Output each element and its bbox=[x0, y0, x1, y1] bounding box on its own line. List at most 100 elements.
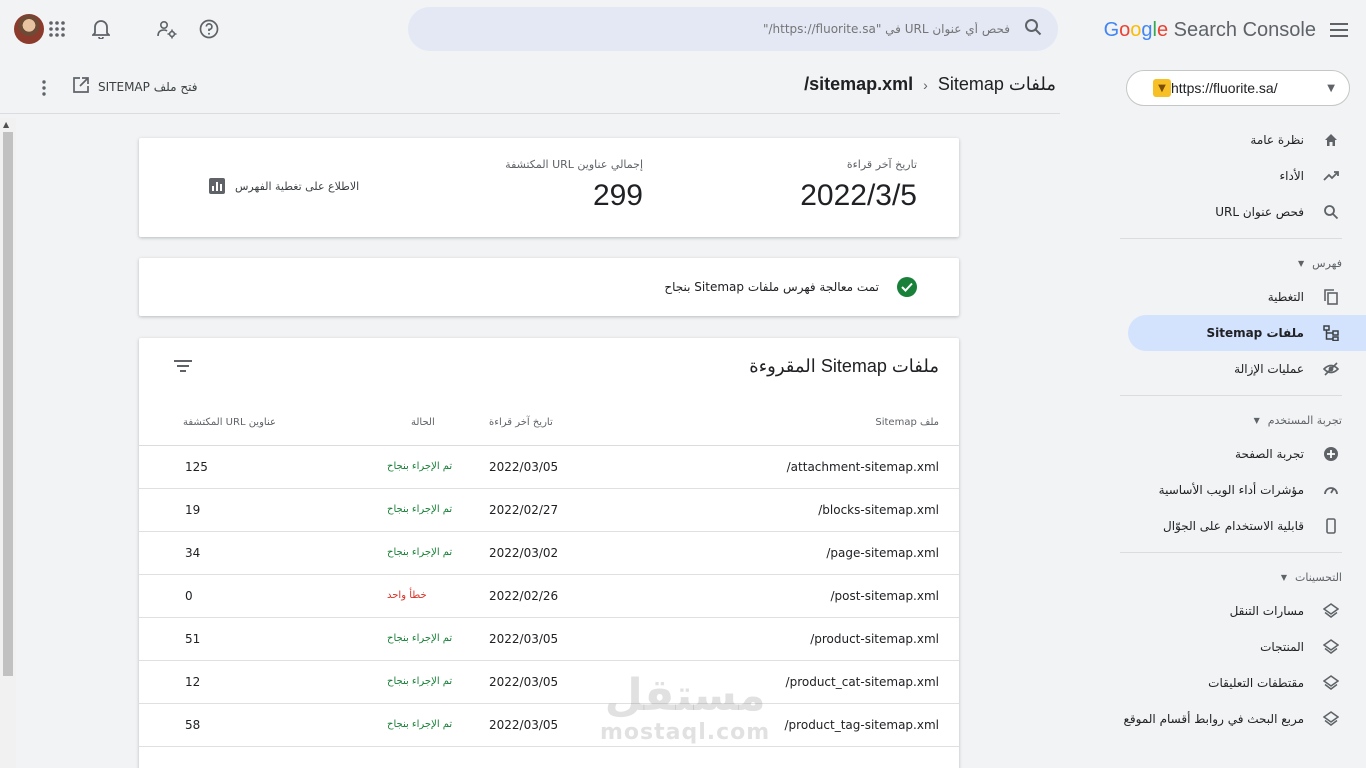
status-badge: تم الإجراء بنجاح bbox=[371, 531, 481, 575]
sidebar-item-page-experience[interactable]: تجربة الصفحة bbox=[1104, 436, 1366, 472]
last-read-date: 2022/03/02 bbox=[481, 531, 589, 575]
sidebar-item-performance[interactable]: الأداء bbox=[1104, 158, 1366, 194]
status-badge: تم الإجراء بنجاح bbox=[371, 488, 481, 532]
open-in-new-icon bbox=[72, 76, 90, 97]
avatar[interactable] bbox=[14, 14, 44, 44]
top-bar bbox=[0, 0, 1104, 58]
table-row[interactable]: /product-sitemap.xml 2022/03/05 تم الإجر… bbox=[139, 617, 959, 661]
sitemap-file: /attachment-sitemap.xml bbox=[589, 445, 959, 489]
url-inspection-search[interactable] bbox=[408, 7, 1058, 51]
scrollbar-thumb[interactable] bbox=[3, 132, 13, 676]
sidebar-divider bbox=[1120, 238, 1342, 239]
column-header-status[interactable]: الحالة bbox=[371, 400, 481, 446]
sitemaps-table: ملف Sitemap تاريخ آخر قراءة الحالة عناوي… bbox=[139, 400, 959, 747]
trending-icon bbox=[1322, 167, 1340, 185]
sidebar-divider bbox=[1120, 395, 1342, 396]
top-icons bbox=[14, 14, 238, 44]
bell-icon[interactable] bbox=[88, 16, 114, 42]
table-row[interactable]: /page-sitemap.xml 2022/03/02 تم الإجراء … bbox=[139, 531, 959, 575]
url-count: 0 bbox=[139, 574, 371, 618]
sidebar-item-products[interactable]: المنتجات bbox=[1104, 629, 1366, 665]
last-read-date: 2022/03/05 bbox=[481, 445, 589, 489]
breadcrumb-parent-link[interactable]: ملفات Sitemap bbox=[938, 74, 1056, 95]
last-read-date: 2022/03/05 bbox=[481, 703, 589, 747]
property-selector[interactable]: ▼ https://fluorite.sa/ ▼ bbox=[1126, 70, 1350, 106]
watermark: مستقل mostaql.com bbox=[600, 670, 771, 746]
home-icon bbox=[1322, 131, 1340, 149]
sitemaps-table-card: ملفات Sitemap المقروءة ملف Sitemap تاريخ… bbox=[139, 338, 959, 768]
view-index-coverage-link[interactable]: الاطلاع على تغطية الفهرس bbox=[209, 178, 359, 194]
sidebar-item-mobile-usability[interactable]: قابلية الاستخدام على الجوّال bbox=[1104, 508, 1366, 544]
table-row[interactable]: /post-sitemap.xml 2022/02/26 خطأ واحد 0 bbox=[139, 574, 959, 618]
table-header-row: ملف Sitemap تاريخ آخر قراءة الحالة عناوي… bbox=[139, 400, 959, 446]
open-sitemap-button[interactable]: فتح ملف SITEMAP bbox=[72, 76, 197, 97]
property-favicon: ▼ bbox=[1153, 79, 1171, 97]
user-settings-icon[interactable] bbox=[154, 16, 180, 42]
layers-icon bbox=[1322, 602, 1340, 620]
status-message: تمت معالجة فهرس ملفات Sitemap بنجاح bbox=[664, 280, 879, 294]
filter-icon[interactable] bbox=[171, 354, 195, 378]
sitemap-file: /blocks-sitemap.xml bbox=[589, 488, 959, 532]
product-logo[interactable]: Google Search Console bbox=[1104, 19, 1316, 42]
column-header-file[interactable]: ملف Sitemap bbox=[589, 400, 959, 446]
sidebar-section-experience[interactable]: تجربة المستخدم ▼ bbox=[1104, 404, 1366, 436]
table-row[interactable]: /blocks-sitemap.xml 2022/02/27 تم الإجرا… bbox=[139, 488, 959, 532]
table-row[interactable]: /product_tag-sitemap.xml 2022/03/05 تم ا… bbox=[139, 703, 959, 747]
last-read-date: 2022/02/26 bbox=[481, 574, 589, 618]
search-input[interactable] bbox=[424, 22, 1010, 36]
menu-icon[interactable] bbox=[1330, 18, 1348, 42]
brand-bar: Google Search Console bbox=[1104, 14, 1348, 46]
status-badge: تم الإجراء بنجاح bbox=[371, 660, 481, 704]
last-read-stat: تاريخ آخر قراءة 2022/3/5 bbox=[800, 158, 917, 212]
sidebar-item-url-inspection[interactable]: فحص عنوان URL bbox=[1104, 194, 1366, 230]
more-vert-icon[interactable] bbox=[32, 76, 56, 100]
layers-icon bbox=[1322, 674, 1340, 692]
sidebar: Google Search Console ▼ https://fluorite… bbox=[1104, 0, 1366, 768]
sidebar-nav: نظرة عامة الأداء فحص عنوان URL فهرس ▼ الت… bbox=[1104, 122, 1366, 737]
eye-off-icon bbox=[1322, 360, 1340, 378]
dropdown-caret-icon: ▼ bbox=[1327, 82, 1335, 94]
url-count: 34 bbox=[139, 531, 371, 575]
sidebar-item-sitelinks-searchbox[interactable]: مربع البحث في روابط أقسام الموقع bbox=[1104, 701, 1366, 737]
summary-card: تاريخ آخر قراءة 2022/3/5 إجمالي عناوين U… bbox=[139, 138, 959, 237]
url-count: 12 bbox=[139, 660, 371, 704]
sidebar-item-breadcrumbs[interactable]: مسارات التنقل bbox=[1104, 593, 1366, 629]
vertical-scrollbar[interactable]: ▲ bbox=[0, 118, 16, 768]
last-read-date: 2022/02/27 bbox=[481, 488, 589, 532]
sidebar-section-index[interactable]: فهرس ▼ bbox=[1104, 247, 1366, 279]
help-icon[interactable] bbox=[196, 16, 222, 42]
status-card: تمت معالجة فهرس ملفات Sitemap بنجاح bbox=[139, 258, 959, 316]
status-badge: تم الإجراء بنجاح bbox=[371, 617, 481, 661]
page-header: ملفات Sitemap ‹ /sitemap.xml فتح ملف SIT… bbox=[0, 64, 1060, 114]
sidebar-item-coverage[interactable]: التغطية bbox=[1104, 279, 1366, 315]
column-header-count[interactable]: عناوين URL المكتشفة bbox=[139, 400, 371, 446]
last-read-date: 2022/03/05 bbox=[481, 660, 589, 704]
check-circle-icon bbox=[897, 277, 917, 297]
sidebar-divider bbox=[1120, 552, 1342, 553]
table-row[interactable]: /product_cat-sitemap.xml 2022/03/05 تم ا… bbox=[139, 660, 959, 704]
last-read-date: 2022/03/05 bbox=[481, 617, 589, 661]
sidebar-item-removals[interactable]: عمليات الإزالة bbox=[1104, 351, 1366, 387]
copy-icon bbox=[1322, 288, 1340, 306]
collapse-triangle-icon: ▼ bbox=[1298, 258, 1305, 268]
property-url: https://fluorite.sa/ bbox=[1171, 80, 1278, 96]
apps-grid-icon[interactable] bbox=[44, 16, 70, 42]
sitemap-file: /product-sitemap.xml bbox=[589, 617, 959, 661]
sidebar-section-enhancements[interactable]: التحسينات ▼ bbox=[1104, 561, 1366, 593]
url-count: 58 bbox=[139, 703, 371, 747]
sitemap-icon bbox=[1322, 324, 1340, 342]
sitemap-file: /post-sitemap.xml bbox=[589, 574, 959, 618]
phone-icon bbox=[1322, 517, 1340, 535]
sidebar-item-core-web-vitals[interactable]: مؤشرات أداء الويب الأساسية bbox=[1104, 472, 1366, 508]
total-urls-stat: إجمالي عناوين URL المكتشفة 299 bbox=[505, 158, 643, 212]
sitemap-file: /page-sitemap.xml bbox=[589, 531, 959, 575]
sidebar-item-overview[interactable]: نظرة عامة bbox=[1104, 122, 1366, 158]
search-icon[interactable] bbox=[1024, 18, 1042, 40]
column-header-date[interactable]: تاريخ آخر قراءة bbox=[481, 400, 589, 446]
collapse-triangle-icon: ▼ bbox=[1280, 572, 1287, 582]
scroll-up-arrow-icon[interactable]: ▲ bbox=[3, 120, 9, 129]
table-row[interactable]: /attachment-sitemap.xml 2022/03/05 تم ال… bbox=[139, 445, 959, 489]
sidebar-item-review-snippets[interactable]: مقتطفات التعليقات bbox=[1104, 665, 1366, 701]
plus-circle-icon bbox=[1322, 445, 1340, 463]
sidebar-item-sitemaps[interactable]: ملفات Sitemap bbox=[1128, 315, 1366, 351]
